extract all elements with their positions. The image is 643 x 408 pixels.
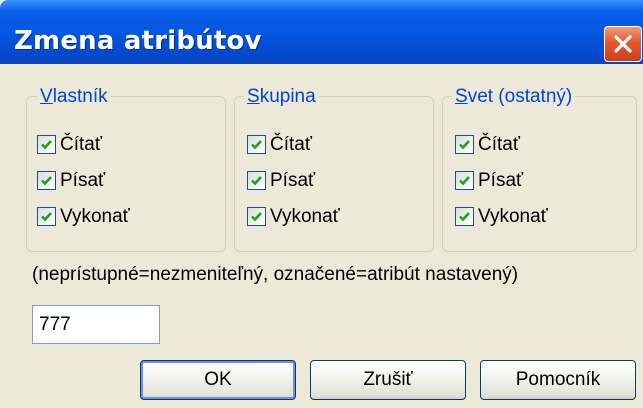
- legend-accelerator: S: [455, 86, 468, 107]
- dialog-title: Zmena atribútov: [14, 26, 262, 56]
- checkmark-icon: [251, 212, 262, 222]
- checkbox-box[interactable]: [37, 135, 56, 154]
- checkmark-icon: [41, 176, 52, 186]
- legend-text: vet (ostatný): [467, 86, 573, 107]
- checkbox-label: Vykonať: [478, 206, 548, 227]
- checkbox-box[interactable]: [247, 171, 266, 190]
- checkmark-icon: [459, 140, 470, 150]
- checkbox-label: Čítať: [60, 134, 102, 155]
- title-bar[interactable]: Zmena atribútov: [0, 0, 643, 64]
- legend-accelerator: V: [40, 86, 53, 107]
- legend-text: kupina: [259, 86, 316, 107]
- checkbox-label: Písať: [60, 170, 106, 191]
- checkmark-icon: [41, 140, 52, 150]
- checkmark-icon: [251, 140, 262, 150]
- checkbox-label: Vykonať: [60, 206, 130, 227]
- owner-group-legend: Vlastník: [37, 86, 111, 108]
- checkbox-label: Čítať: [478, 134, 520, 155]
- checkmark-icon: [41, 212, 52, 222]
- checkmark-icon: [459, 176, 470, 186]
- cancel-button[interactable]: Zrušiť: [310, 360, 466, 400]
- checkbox-box[interactable]: [247, 135, 266, 154]
- close-button[interactable]: [604, 26, 642, 62]
- checkbox-label: Čítať: [270, 134, 312, 155]
- hint-text: (neprístupné=nezmeniteľný, označené=atri…: [32, 264, 519, 285]
- help-button[interactable]: Pomocník: [480, 360, 636, 400]
- checkbox-label: Písať: [478, 170, 524, 191]
- others-group-legend: Svet (ostatný): [452, 86, 576, 108]
- checkbox-box[interactable]: [455, 135, 474, 154]
- checkbox-box[interactable]: [455, 171, 474, 190]
- checkbox-box[interactable]: [455, 207, 474, 226]
- checkbox-box[interactable]: [37, 207, 56, 226]
- checkbox-label: Písať: [270, 170, 316, 191]
- ok-button[interactable]: OK: [140, 360, 296, 400]
- checkmark-icon: [251, 176, 262, 186]
- attributes-dialog: Zmena atribútov Vlastník Čítať Písať Vyk…: [0, 0, 643, 408]
- octal-attributes-input[interactable]: [32, 305, 160, 344]
- legend-accelerator: S: [247, 86, 260, 107]
- group-group-legend: Skupina: [244, 86, 319, 108]
- checkmark-icon: [459, 212, 470, 222]
- close-icon: [614, 35, 632, 53]
- owner-group: [26, 96, 226, 252]
- checkbox-box[interactable]: [37, 171, 56, 190]
- legend-text: lastník: [52, 86, 108, 107]
- checkbox-box[interactable]: [247, 207, 266, 226]
- checkbox-label: Vykonať: [270, 206, 340, 227]
